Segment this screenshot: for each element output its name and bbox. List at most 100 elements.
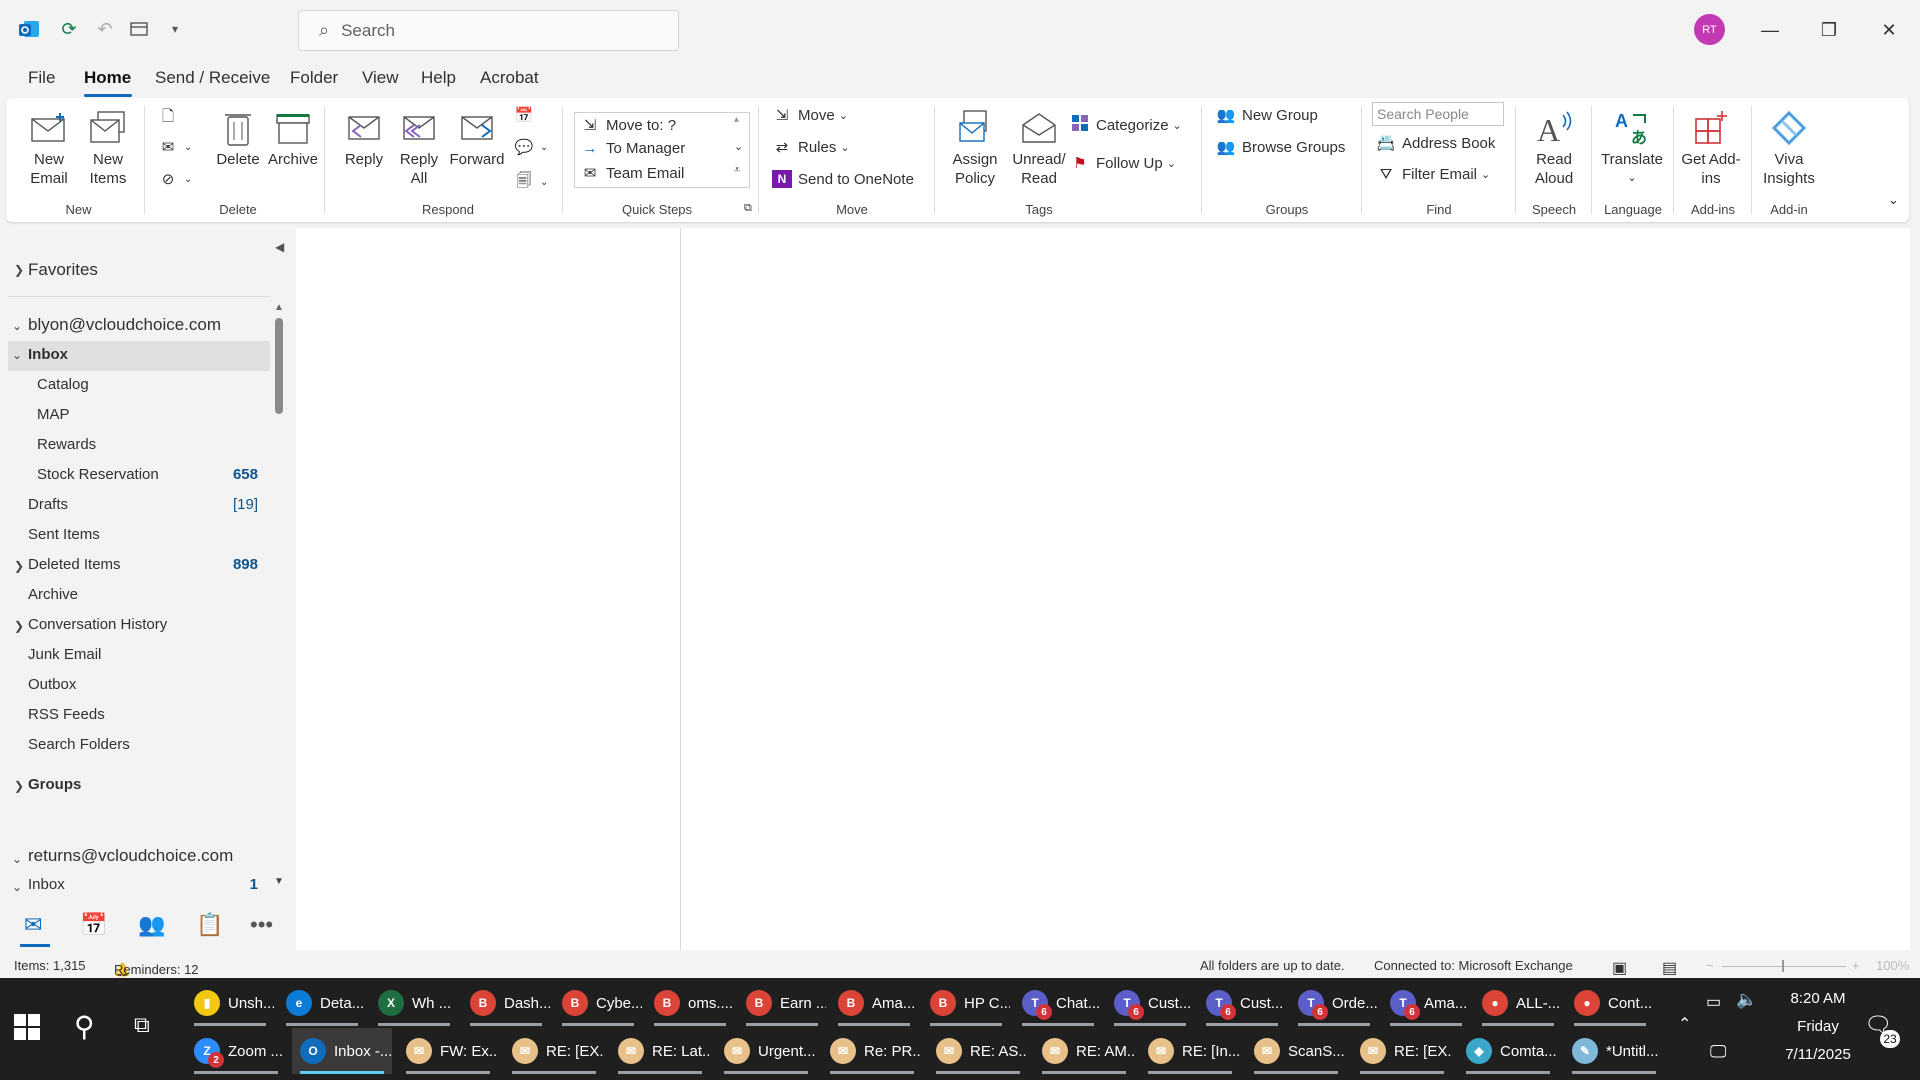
- scroll-down-icon[interactable]: ▼: [274, 876, 284, 887]
- folder-conversation-history[interactable]: Conversation History: [28, 616, 167, 633]
- folder-rewards[interactable]: Rewards: [37, 436, 96, 453]
- tab-file[interactable]: File: [28, 68, 55, 88]
- avatar[interactable]: RT: [1694, 14, 1725, 45]
- translate-button[interactable]: Aあ Translate ⌄: [1596, 106, 1668, 188]
- mail-icon[interactable]: ✉: [24, 912, 42, 938]
- taskbar-button[interactable]: B Ama...: [830, 980, 918, 1026]
- folder-outbox[interactable]: Outbox: [28, 676, 76, 693]
- folder-groups[interactable]: Groups: [28, 776, 81, 793]
- folder-deleted-items[interactable]: Deleted Items: [28, 556, 121, 573]
- search-input[interactable]: ⌕ Search: [298, 10, 679, 51]
- people-icon[interactable]: 👥: [138, 912, 165, 938]
- more-respond-button[interactable]: 🗐 ⌄: [514, 170, 549, 195]
- taskbar-button[interactable]: ✉ RE: [In...: [1140, 1028, 1240, 1074]
- browse-groups-button[interactable]: 👥 Browse Groups: [1216, 138, 1346, 157]
- undo-icon[interactable]: ↶: [92, 16, 118, 42]
- clock-day[interactable]: Friday: [1776, 1018, 1860, 1035]
- meeting-reply-button[interactable]: 📅: [514, 106, 540, 124]
- account-returns[interactable]: returns@vcloudchoice.com: [28, 846, 233, 866]
- windows-start-icon[interactable]: [14, 1014, 40, 1044]
- folder-drafts[interactable]: Drafts: [28, 496, 68, 513]
- taskbar-button[interactable]: T 6 Orde...: [1290, 980, 1378, 1026]
- taskbar-button[interactable]: ✎ *Untitl...: [1564, 1028, 1664, 1074]
- folder-junk-email[interactable]: Junk Email: [28, 646, 101, 663]
- assign-policy-button[interactable]: Assign Policy: [944, 106, 1006, 188]
- tab-home[interactable]: Home: [84, 68, 131, 88]
- chevron-down-icon[interactable]: ⌄: [12, 852, 22, 866]
- archive-button[interactable]: Archive: [264, 106, 322, 169]
- taskbar-button[interactable]: B Earn ...: [738, 980, 826, 1026]
- normal-view-icon[interactable]: ▣: [1612, 958, 1627, 978]
- zoom-in-icon[interactable]: +: [1852, 958, 1860, 973]
- reply-button[interactable]: Reply: [338, 106, 390, 169]
- tab-help[interactable]: Help: [421, 68, 456, 88]
- taskbar-button[interactable]: ✉ RE: AM...: [1034, 1028, 1134, 1074]
- chevron-down-icon[interactable]: ⌄: [12, 319, 22, 333]
- taskbar-button[interactable]: T 6 Cust...: [1198, 980, 1286, 1026]
- quick-steps-scroll-up[interactable]: ▴: [734, 114, 739, 125]
- taskbar-button[interactable]: ✉ RE: AS...: [928, 1028, 1028, 1074]
- quick-steps-more[interactable]: ⩡: [734, 164, 740, 177]
- customize-qat-icon[interactable]: ▾: [162, 16, 188, 42]
- categorize-button[interactable]: Categorize ⌄: [1070, 114, 1182, 136]
- taskbar-button[interactable]: e Deta...: [278, 980, 366, 1026]
- chevron-down-icon[interactable]: ⌄: [12, 880, 22, 894]
- follow-up-button[interactable]: ⚑ Follow Up ⌄: [1070, 154, 1176, 173]
- folder-map[interactable]: MAP: [37, 406, 70, 423]
- quick-step-team-email[interactable]: ✉ Team Email: [580, 164, 685, 183]
- tab-view[interactable]: View: [362, 68, 399, 88]
- chevron-right-icon[interactable]: ❯: [14, 619, 24, 633]
- delete-button[interactable]: Delete: [210, 106, 266, 169]
- reply-all-button[interactable]: Reply All: [394, 106, 444, 188]
- show-hidden-icons-icon[interactable]: ⌃: [1678, 1014, 1691, 1034]
- taskbar-button[interactable]: Boms....: [646, 980, 734, 1026]
- taskbar-button[interactable]: ● Cont...: [1566, 980, 1654, 1026]
- tab-send-receive[interactable]: Send / Receive: [155, 68, 270, 88]
- folder-catalog[interactable]: Catalog: [37, 376, 89, 393]
- restore-icon[interactable]: ❐: [1806, 10, 1852, 50]
- quick-steps-scroll-down[interactable]: ⌄: [734, 140, 743, 153]
- tab-folder[interactable]: Folder: [290, 68, 338, 88]
- chevron-right-icon[interactable]: ❯: [14, 263, 24, 277]
- unread-read-button[interactable]: Unread/ Read: [1006, 106, 1072, 188]
- scroll-up-icon[interactable]: ▲: [274, 302, 284, 313]
- chevron-right-icon[interactable]: ❯: [14, 779, 24, 793]
- address-book-button[interactable]: 📇 Address Book: [1376, 134, 1496, 153]
- taskbar-button[interactable]: ✉ FW: Ex...: [398, 1028, 498, 1074]
- calendar-icon[interactable]: 📅: [80, 912, 107, 938]
- read-aloud-button[interactable]: A Read Aloud: [1522, 106, 1586, 188]
- send-to-onenote-button[interactable]: N Send to OneNote: [772, 170, 914, 188]
- search-people-input[interactable]: Search People: [1372, 102, 1504, 126]
- taskbar-button[interactable]: B HP C...: [922, 980, 1010, 1026]
- taskbar-button[interactable]: T 6 Ama...: [1382, 980, 1470, 1026]
- new-email-button[interactable]: New Email: [26, 106, 72, 188]
- reading-view-icon[interactable]: ▤: [1662, 958, 1677, 978]
- account-blyon[interactable]: blyon@vcloudchoice.com: [28, 315, 221, 335]
- taskbar-button[interactable]: ✉ RE: [EX...: [504, 1028, 604, 1074]
- volume-icon[interactable]: 🔈: [1736, 990, 1757, 1010]
- taskbar-button[interactable]: O Inbox -...: [292, 1028, 392, 1074]
- chevron-down-icon[interactable]: ⌄: [12, 348, 22, 362]
- taskbar-button[interactable]: ✉ ScanS...: [1246, 1028, 1346, 1074]
- chevron-right-icon[interactable]: ❯: [14, 559, 24, 573]
- task-view-icon[interactable]: ⧉: [134, 1012, 150, 1038]
- clean-up-button[interactable]: ✉ ⌄: [158, 138, 193, 156]
- viva-insights-button[interactable]: Viva Insights: [1758, 106, 1820, 188]
- taskbar-button[interactable]: ✉ RE: Lat...: [610, 1028, 710, 1074]
- new-group-button[interactable]: 👥 New Group: [1216, 106, 1318, 125]
- junk-button[interactable]: ⊘ ⌄: [158, 170, 193, 188]
- move-button[interactable]: ⇲ Move ⌄: [772, 106, 848, 125]
- clock-time[interactable]: 8:20 AM: [1776, 990, 1860, 1007]
- clock-date[interactable]: 7/11/2025: [1768, 1046, 1868, 1063]
- taskbar-button[interactable]: Z 2 Zoom ...: [186, 1028, 286, 1074]
- folder-pane-scrollbar[interactable]: [275, 318, 283, 414]
- im-reply-button[interactable]: 💬 ⌄: [514, 138, 549, 156]
- rules-button[interactable]: ⇄ Rules ⌄: [772, 138, 850, 157]
- folder-stock-reservation[interactable]: Stock Reservation: [37, 466, 159, 483]
- taskbar-button[interactable]: T 6 Chat...: [1014, 980, 1102, 1026]
- get-addins-button[interactable]: Get Add-ins: [1680, 106, 1742, 188]
- taskbar-button[interactable]: ◆ Comta...: [1458, 1028, 1558, 1074]
- search-icon[interactable]: ⚲: [74, 1010, 95, 1043]
- collapse-folder-pane-icon[interactable]: ◀: [275, 240, 284, 254]
- ignore-button[interactable]: 🗋: [158, 106, 184, 131]
